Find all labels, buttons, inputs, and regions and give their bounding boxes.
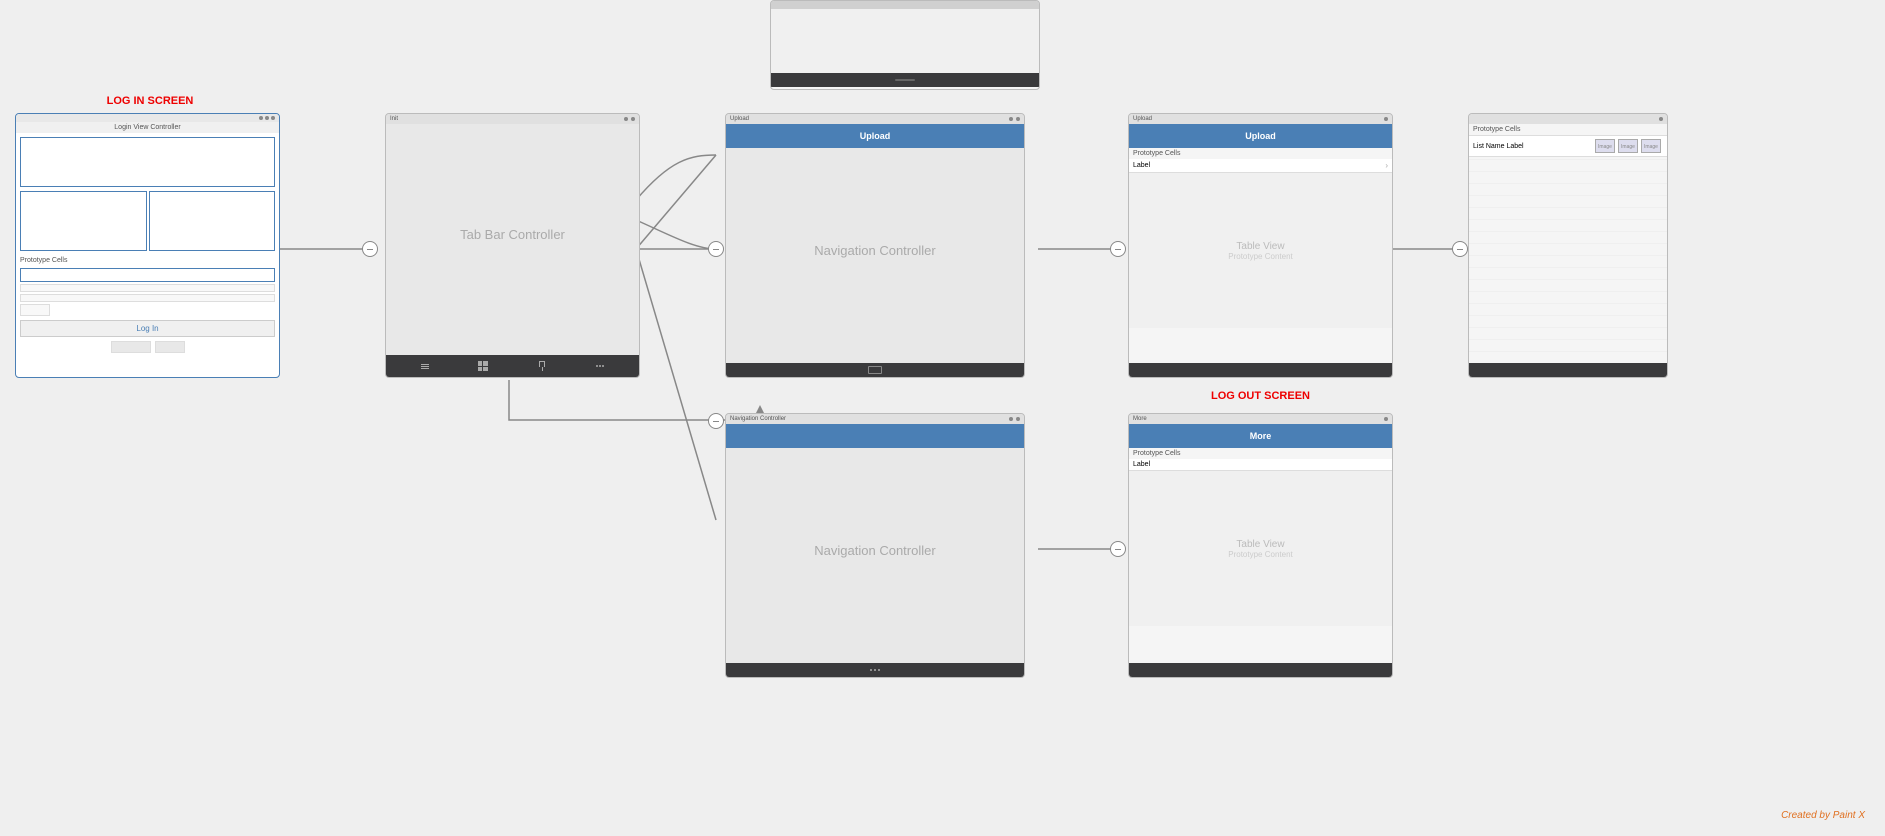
login-field2 bbox=[20, 284, 275, 292]
table1-bottom bbox=[1129, 363, 1392, 377]
top-device-home bbox=[895, 79, 915, 81]
status-dot bbox=[259, 116, 263, 120]
t2-dot bbox=[1659, 117, 1663, 121]
more-placeholder-sub: Prototype Content bbox=[1228, 550, 1292, 559]
table2-img2: Image bbox=[1618, 139, 1638, 153]
cell-chevron: › bbox=[1385, 161, 1388, 170]
table-view-2: Prototype Cells List Name Label Image Im… bbox=[1468, 113, 1668, 378]
login-small-btn1 bbox=[20, 304, 50, 316]
t1-dot bbox=[1384, 117, 1388, 121]
login-input-field[interactable] bbox=[20, 268, 275, 282]
login-ok-btn[interactable] bbox=[155, 341, 185, 353]
login-image-left bbox=[20, 191, 147, 251]
table1-content-area: Table View Prototype Content bbox=[1129, 173, 1392, 328]
connector-nav1-table1 bbox=[1110, 241, 1126, 257]
login-logo-area bbox=[20, 137, 275, 187]
tab-grid-icon[interactable] bbox=[478, 361, 488, 371]
login-button[interactable]: Log In bbox=[20, 320, 275, 337]
nav1-home-icon bbox=[868, 366, 882, 374]
table1-placeholder-sub: Prototype Content bbox=[1228, 252, 1292, 261]
nav1-bottom bbox=[726, 363, 1024, 377]
nav-controller-1: Upload Upload Navigation Controller bbox=[725, 113, 1025, 378]
table2-prototype-label: Prototype Cells bbox=[1469, 124, 1667, 136]
nav1-body: Navigation Controller bbox=[726, 148, 1024, 353]
nav2-titlebar: Navigation Controller bbox=[726, 414, 1024, 424]
more-table-view: More More Prototype Cells Label Table Vi… bbox=[1128, 413, 1393, 678]
more-bottom bbox=[1129, 663, 1392, 677]
table1-navbar: Upload bbox=[1129, 124, 1392, 148]
nav1-label: Navigation Controller bbox=[814, 243, 935, 258]
nav1-titlebar: Upload bbox=[726, 114, 1024, 124]
table1-titlebar: Upload bbox=[1129, 114, 1392, 124]
tab-bar-body: Tab Bar Controller bbox=[386, 124, 639, 344]
tab-bar-controller: Init Tab Bar Controller bbox=[385, 113, 640, 378]
more-prototype-label: Prototype Cells bbox=[1129, 448, 1392, 459]
nav2-body: Navigation Controller bbox=[726, 448, 1024, 653]
tab-list-icon[interactable] bbox=[421, 364, 429, 369]
nav2-dot bbox=[1009, 417, 1013, 421]
login-title: Login View Controller bbox=[16, 122, 279, 133]
nav2-label: Navigation Controller bbox=[814, 543, 935, 558]
tab-upload-icon[interactable] bbox=[537, 361, 547, 371]
login-topbar bbox=[16, 114, 279, 122]
table2-img1: Image bbox=[1595, 139, 1615, 153]
nav1-blue-bar: Upload bbox=[726, 124, 1024, 148]
more-navbar: More bbox=[1129, 424, 1392, 448]
login-screen-label: LOG IN SCREEN bbox=[15, 95, 285, 107]
tab-status-dot bbox=[624, 117, 628, 121]
tab-bar-title: Init bbox=[386, 114, 639, 124]
top-device-bottom bbox=[771, 73, 1039, 87]
tab-status-dot2 bbox=[631, 117, 635, 121]
table2-list-row[interactable]: List Name Label Image Image Image bbox=[1469, 136, 1667, 157]
login-image-right bbox=[149, 191, 276, 251]
top-device-body bbox=[771, 9, 1039, 73]
more-titlebar: More bbox=[1129, 414, 1392, 424]
top-device-statusbar bbox=[771, 1, 1039, 9]
watermark: Created by Paint X bbox=[1781, 810, 1865, 821]
more-placeholder: Table View bbox=[1236, 539, 1284, 550]
canvas: LOG IN SCREEN Login View Controller Prot… bbox=[0, 0, 1885, 836]
more-content-area: Table View Prototype Content bbox=[1129, 471, 1392, 626]
top-device-frame bbox=[770, 0, 1040, 90]
table2-bottom bbox=[1469, 363, 1667, 377]
table2-content bbox=[1469, 157, 1667, 352]
logout-screen-label: LOG OUT SCREEN bbox=[1128, 390, 1393, 402]
table1-cell-row[interactable]: Label › bbox=[1129, 159, 1392, 173]
nav-controller-2: Navigation Controller Navigation Control… bbox=[725, 413, 1025, 678]
table1-prototype-label: Prototype Cells bbox=[1129, 148, 1392, 159]
prototype-cells-label: Prototype Cells bbox=[16, 255, 279, 266]
login-field3 bbox=[20, 294, 275, 302]
status-dot2 bbox=[265, 116, 269, 120]
nav2-blue-bar bbox=[726, 424, 1024, 448]
connector-nav2-more bbox=[1110, 541, 1126, 557]
tab-bar-label: Tab Bar Controller bbox=[460, 227, 565, 242]
nav2-bottom bbox=[726, 663, 1024, 677]
connector-table1-table2 bbox=[1452, 241, 1468, 257]
table2-img3: Image bbox=[1641, 139, 1661, 153]
tab-more-icon[interactable] bbox=[596, 365, 604, 367]
table2-titlebar bbox=[1469, 114, 1667, 124]
connector-login-tabbar bbox=[362, 241, 378, 257]
more-cell-row[interactable]: Label bbox=[1129, 459, 1392, 471]
nav1-dot bbox=[1009, 117, 1013, 121]
connector-tabbar-nav2 bbox=[708, 413, 724, 429]
nav2-bottom-icons bbox=[870, 669, 880, 671]
table1-placeholder: Table View bbox=[1236, 241, 1284, 252]
login-cancel-btn[interactable] bbox=[111, 341, 151, 353]
tab-bar-icons bbox=[386, 355, 639, 377]
nav1-dot2 bbox=[1016, 117, 1020, 121]
login-frame: Login View Controller Prototype Cells Lo… bbox=[15, 113, 280, 378]
status-dot3 bbox=[271, 116, 275, 120]
table2-list-label: List Name Label bbox=[1473, 143, 1594, 150]
table-view-1: Upload Upload Prototype Cells Label › Ta… bbox=[1128, 113, 1393, 378]
connector-tabbar-nav1 bbox=[708, 241, 724, 257]
nav2-dot2 bbox=[1016, 417, 1020, 421]
more-dot bbox=[1384, 417, 1388, 421]
